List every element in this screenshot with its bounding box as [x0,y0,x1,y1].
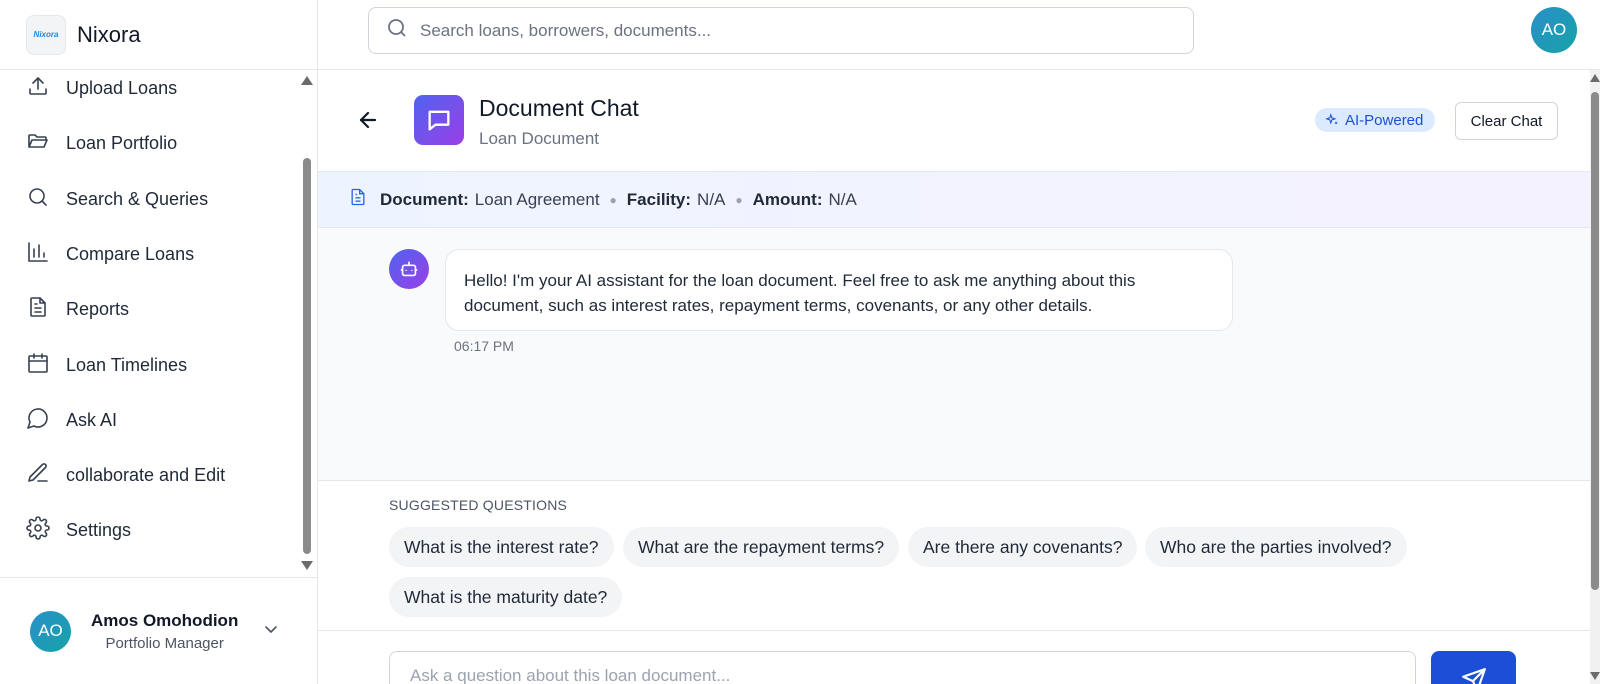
sidebar-item-label: Ask AI [66,409,118,430]
avatar[interactable]: AO [1531,7,1577,53]
suggestion-chip[interactable]: Are there any covenants? [908,527,1138,567]
sidebar-item-collaborate-edit[interactable]: collaborate and Edit [0,453,300,497]
search-input[interactable] [420,20,1180,41]
app-root: Nixora Nixora Upload Loans Loan Portfoli… [0,0,1600,684]
file-text-icon [348,187,368,212]
message-composer [318,630,1590,684]
separator-dot: ● [735,192,743,207]
sidebar-item-label: Search & Queries [66,188,209,209]
search-icon [26,185,50,214]
sidebar-item-label: Loan Timelines [66,354,188,375]
message-list[interactable]: Hello! I'm your AI assistant for the loa… [318,228,1590,480]
sidebar-item-ask-ai[interactable]: Ask AI [0,398,300,442]
document-value: Loan Agreement [474,189,600,209]
sidebar-item-compare-loans[interactable]: Compare Loans [0,232,300,276]
top-bar: AO [318,0,1600,70]
ai-powered-badge: AI-Powered [1315,108,1436,132]
sidebar-scroll-thumb[interactable] [303,158,311,554]
main-scrollbar[interactable] [1590,70,1600,684]
document-info-bar: Document: Loan Agreement ● Facility: N/A… [318,172,1590,228]
brand-name: Nixora [77,21,141,47]
suggestion-chip[interactable]: What are the repayment terms? [623,527,900,567]
main-scroll-thumb[interactable] [1591,92,1599,590]
user-name: Amos Omohodion [91,610,239,630]
user-menu[interactable]: AO Amos Omohodion Portfolio Manager [0,577,318,684]
search-icon [385,16,409,45]
back-button[interactable] [356,108,380,132]
amount-value: N/A [828,189,857,209]
pen-icon [26,461,50,490]
sidebar-item-loan-portfolio[interactable]: Loan Portfolio [0,121,300,165]
facility-value: N/A [697,189,726,209]
sidebar-nav: Upload Loans Loan Portfolio Search & Que… [0,70,300,576]
sidebar-item-label: Upload Loans [66,77,178,98]
document-key: Document: [380,189,469,209]
send-icon [1461,668,1486,684]
sidebar-item-loan-timelines[interactable]: Loan Timelines [0,343,300,387]
suggested-questions: SUGGESTED QUESTIONS What is the interest… [318,480,1590,620]
suggestion-chip[interactable]: Who are the parties involved? [1145,527,1407,567]
upload-icon [26,74,50,103]
scroll-up-arrow-icon[interactable] [301,76,313,85]
chevron-down-icon[interactable] [264,622,278,636]
suggestion-chip[interactable]: What is the interest rate? [389,527,614,567]
scroll-up-arrow-icon[interactable] [1590,74,1600,82]
scroll-down-arrow-icon[interactable] [1590,672,1600,680]
document-icon [26,295,50,324]
assistant-message: Hello! I'm your AI assistant for the loa… [445,249,1233,331]
badge-label: AI-Powered [1345,111,1424,129]
message-input[interactable] [389,651,1416,684]
user-info: Amos Omohodion Portfolio Manager [91,611,238,652]
sidebar-item-label: Compare Loans [66,243,195,264]
sparkles-icon [1325,113,1338,125]
suggested-questions-label: SUGGESTED QUESTIONS [389,497,568,513]
arrow-left-icon [359,111,377,129]
clear-chat-button[interactable]: Clear Chat [1455,102,1558,140]
message-circle-icon [26,406,50,435]
sidebar-item-settings[interactable]: Settings [0,508,300,552]
brand-logo: Nixora [26,14,66,55]
calendar-icon [26,351,50,380]
sidebar-item-search-queries[interactable]: Search & Queries [0,177,300,221]
sidebar-item-reports[interactable]: Reports [0,287,300,331]
sidebar-item-label: Reports [66,298,130,319]
separator-dot: ● [609,192,617,207]
suggestion-chip[interactable]: What is the maturity date? [389,577,623,617]
folder-icon [26,129,50,158]
gear-icon [26,515,50,545]
sidebar-item-upload-loans[interactable]: Upload Loans [0,70,300,110]
page-title: Document Chat [479,95,639,121]
chat-panel: Document Chat Loan Document AI-Powered C… [318,70,1590,684]
global-search[interactable] [368,7,1194,54]
user-role: Portfolio Manager [105,634,224,652]
amount-key: Amount: [752,189,823,209]
chat-icon [414,95,464,145]
sidebar-item-label: Settings [66,519,132,540]
brand[interactable]: Nixora Nixora [0,0,318,70]
sidebar-scrollbar[interactable] [300,70,314,576]
message-timestamp: 06:17 PM [454,338,514,354]
bar-chart-icon [26,240,50,269]
bot-icon [389,249,429,289]
sidebar-item-label: collaborate and Edit [66,464,226,485]
send-button[interactable] [1431,651,1516,684]
page-subtitle: Loan Document [479,129,600,148]
sidebar: Nixora Nixora Upload Loans Loan Portfoli… [0,0,318,684]
avatar: AO [30,610,71,652]
facility-key: Facility: [626,189,692,209]
chat-header: Document Chat Loan Document AI-Powered C… [318,70,1590,172]
sidebar-item-label: Loan Portfolio [66,132,178,153]
scroll-down-arrow-icon[interactable] [301,561,313,570]
